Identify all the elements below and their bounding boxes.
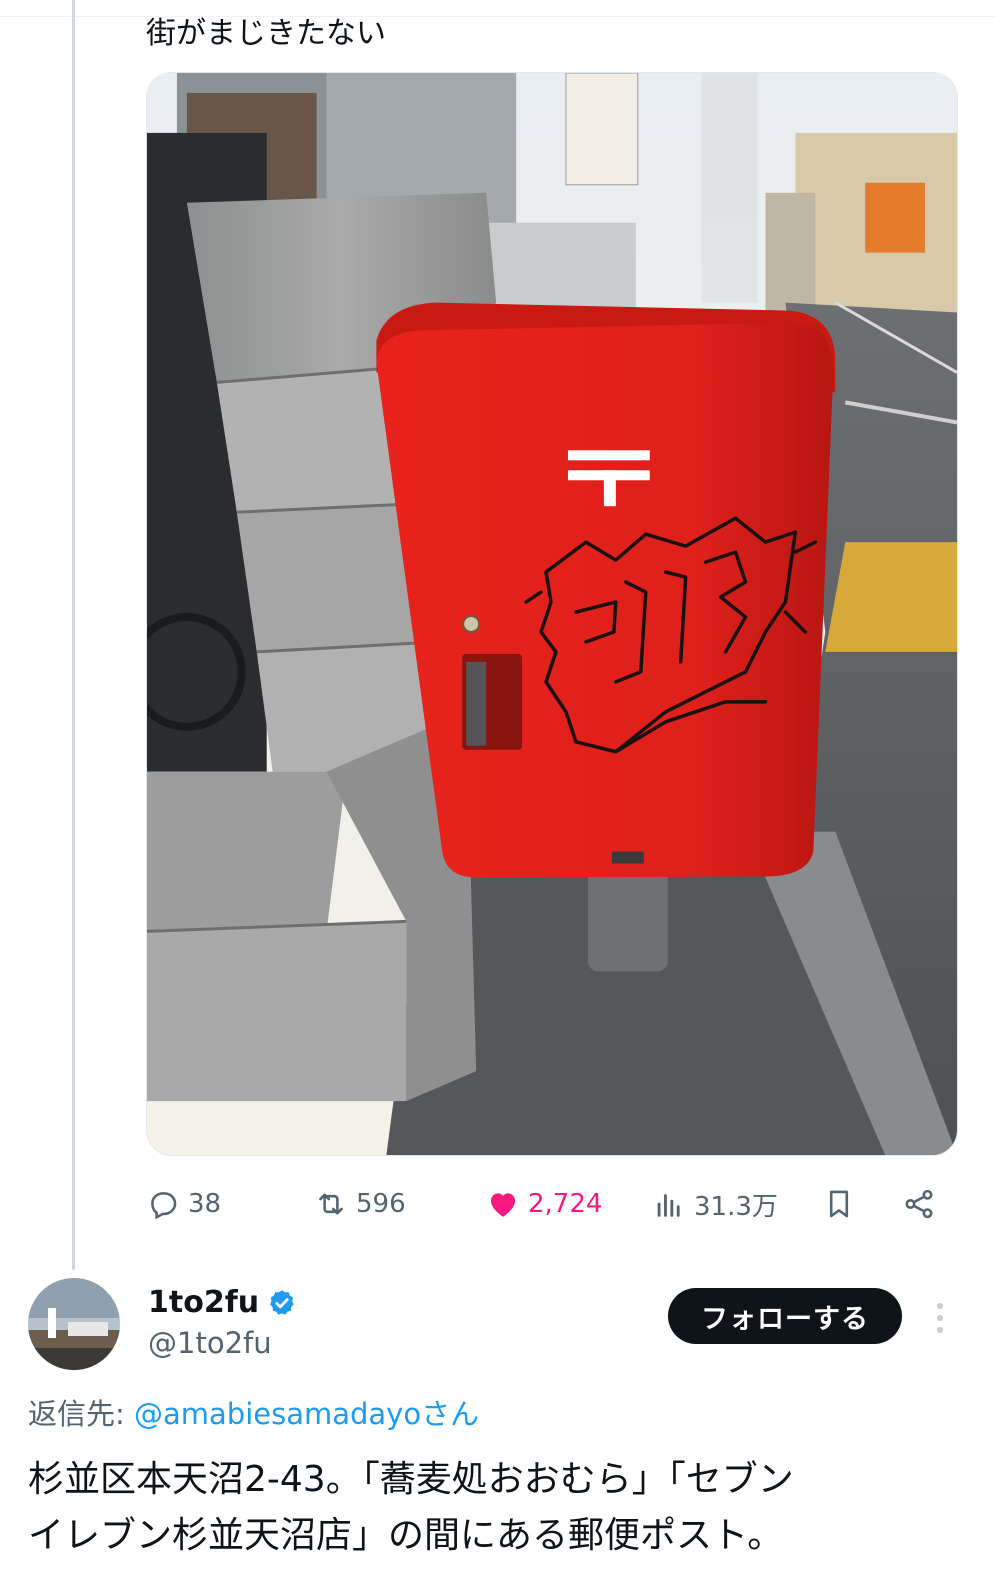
like-count: 2,724 — [528, 1189, 603, 1219]
reply-to-line: 返信先: @amabiesamadayoさん — [28, 1394, 479, 1434]
like-button[interactable]: 2,724 — [486, 1172, 602, 1236]
repost-icon — [319, 1193, 343, 1215]
more-icon[interactable] — [926, 1298, 954, 1338]
parent-tweet-text: 街がまじきたない — [146, 16, 386, 51]
reply-count: 38 — [188, 1189, 222, 1219]
avatar-image — [28, 1278, 120, 1370]
bookmark-icon — [829, 1190, 849, 1218]
author-avatar[interactable] — [28, 1278, 120, 1370]
share-icon — [905, 1189, 933, 1219]
bookmark-button[interactable] — [822, 1172, 856, 1236]
reply-tweet-text-line-2: イレブン杉並天沼店」の間にある郵便ポスト。 — [28, 1515, 784, 1556]
tweet-photo[interactable] — [146, 72, 958, 1156]
reply-button[interactable]: 38 — [146, 1172, 221, 1236]
reply-to-mention-link[interactable]: @amabiesamadayo — [134, 1397, 421, 1431]
reply-tweet-text: 杉並区本天沼2-43。「蕎麦処おおむら」「セブン イレブン杉並天沼店」の間にある… — [28, 1452, 973, 1564]
author-handle[interactable]: @1to2fu — [148, 1324, 272, 1362]
views-count: 31.3万 — [694, 1191, 778, 1222]
postbox-photo-illustration — [147, 73, 957, 1155]
tweet-action-bar: 38 596 2,724 31.3万 — [146, 1172, 958, 1236]
reply-to-suffix: さん — [421, 1397, 480, 1431]
author-display-name[interactable]: 1to2fu — [148, 1284, 297, 1322]
thread-connector-line — [72, 0, 75, 1270]
like-icon — [490, 1193, 516, 1217]
views-icon — [657, 1194, 680, 1217]
repost-button[interactable]: 596 — [314, 1172, 406, 1236]
follow-button[interactable]: フォローする — [668, 1288, 902, 1344]
verified-badge-icon — [270, 1290, 294, 1315]
reply-icon — [151, 1192, 177, 1220]
reply-tweet-text-line-1: 杉並区本天沼2-43。「蕎麦処おおむら」「セブン — [28, 1459, 794, 1500]
repost-count: 596 — [356, 1189, 406, 1219]
author-name-text: 1to2fu — [148, 1285, 260, 1320]
reply-to-prefix: 返信先: — [28, 1397, 134, 1431]
share-button[interactable] — [902, 1172, 936, 1236]
views-button[interactable]: 31.3万 — [652, 1172, 778, 1236]
